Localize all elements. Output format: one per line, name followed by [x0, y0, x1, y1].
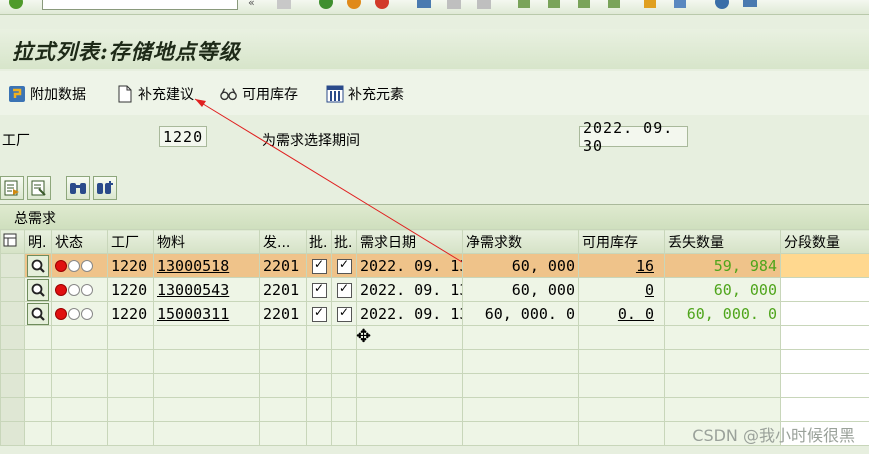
annotation-arrow — [194, 98, 463, 263]
mouse-cursor-icon: ✥ — [356, 326, 372, 347]
watermark: CSDN @我小时候很黑 — [692, 426, 855, 445]
